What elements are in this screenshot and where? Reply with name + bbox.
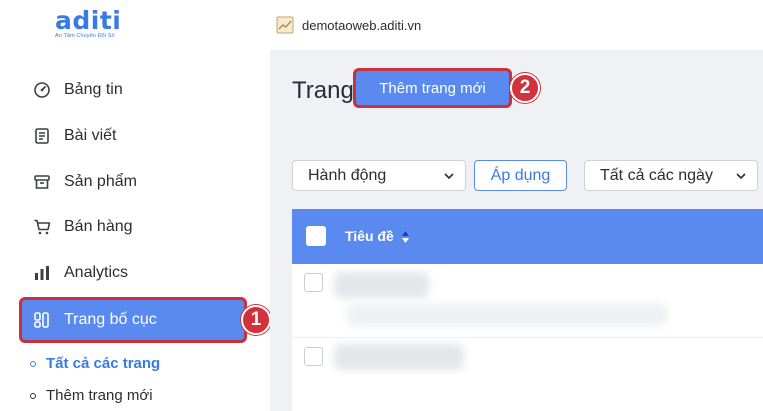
sidebar-item-label: Analytics	[64, 264, 129, 281]
sidebar-item-label: Bài viết	[64, 127, 117, 144]
row-checkbox[interactable]	[304, 347, 323, 366]
blurred-title	[334, 344, 464, 370]
page-title: Trang	[292, 77, 354, 104]
submenu-all-pages[interactable]: Tất cả các trang	[30, 355, 160, 372]
layout-icon	[32, 310, 52, 330]
chevron-down-icon	[443, 169, 455, 181]
main-content: Trang Thêm trang mới 2 Hành động Áp dụng…	[270, 50, 763, 411]
bar-chart-icon	[32, 263, 52, 283]
sidebar-item-analytics[interactable]: Analytics	[22, 253, 244, 293]
brand-logo[interactable]: aditi An Tâm Chuyển Đổi Số	[55, 8, 155, 42]
sidebar: aditi An Tâm Chuyển Đổi Số Bảng tin Bài …	[0, 0, 271, 411]
blurred-row-actions	[347, 304, 667, 326]
bulk-action-select[interactable]: Hành động	[292, 160, 466, 191]
sort-icon[interactable]	[401, 230, 410, 244]
select-all-checkbox[interactable]	[306, 226, 326, 246]
sidebar-item-pages[interactable]: Trang bố cục	[19, 297, 247, 343]
chart-icon	[276, 16, 294, 34]
cart-icon	[32, 217, 52, 237]
table-header: Tiêu đề	[292, 209, 763, 264]
table-row[interactable]	[292, 338, 763, 411]
pages-table: Tiêu đề	[292, 209, 763, 411]
sidebar-item-products[interactable]: Sản phẩm	[22, 162, 244, 202]
logo-tagline: An Tâm Chuyển Đổi Số	[55, 33, 115, 39]
sidebar-item-label: Bảng tin	[64, 81, 123, 98]
submenu-add-new-page[interactable]: Thêm trang mới	[30, 387, 153, 404]
sidebar-item-dashboard[interactable]: Bảng tin	[22, 70, 244, 110]
document-icon	[32, 126, 52, 146]
sidebar-item-posts[interactable]: Bài viết	[22, 116, 244, 156]
sidebar-item-label: Sản phẩm	[64, 173, 137, 190]
bullet-icon	[30, 360, 36, 367]
logo-text: aditi	[55, 6, 122, 35]
apply-button[interactable]: Áp dụng	[474, 160, 567, 191]
table-row[interactable]	[292, 264, 763, 338]
archive-icon	[32, 172, 52, 192]
row-checkbox[interactable]	[304, 273, 323, 292]
step-badge-2: 2	[510, 73, 540, 103]
sidebar-item-label: Bán hàng	[64, 218, 133, 235]
site-domain[interactable]: demotaoweb.aditi.vn	[302, 18, 421, 33]
step-badge-1: 1	[241, 305, 271, 335]
bulk-action-value: Hành động	[308, 166, 387, 184]
add-new-page-button[interactable]: Thêm trang mới	[353, 68, 512, 108]
dashboard-icon	[32, 80, 52, 100]
date-filter-select[interactable]: Tất cả các ngày	[584, 160, 758, 191]
sidebar-item-label: Trang bố cục	[64, 311, 157, 328]
submenu-label: Thêm trang mới	[46, 387, 153, 404]
chevron-down-icon	[735, 169, 747, 181]
bullet-icon	[30, 392, 36, 399]
topbar: demotaoweb.aditi.vn	[270, 0, 763, 50]
column-title-header[interactable]: Tiêu đề	[345, 228, 394, 244]
blurred-title	[334, 272, 429, 298]
submenu-label: Tất cả các trang	[46, 355, 161, 372]
sidebar-item-sales[interactable]: Bán hàng	[22, 207, 244, 247]
date-filter-value: Tất cả các ngày	[600, 166, 713, 184]
